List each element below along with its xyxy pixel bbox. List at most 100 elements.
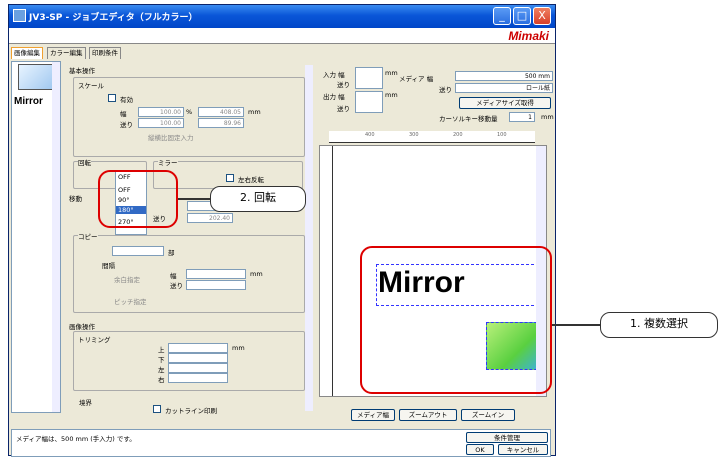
border-title: 境界 bbox=[79, 399, 92, 407]
scale-group: スケール 有効 幅 送り 100.00 100.00 % 408.05 89.9… bbox=[73, 77, 305, 157]
ruler-200: 200 bbox=[453, 132, 463, 138]
media-feed-value: ロール紙 bbox=[455, 83, 553, 93]
status-area: メディア幅は、500 mm (手入力) です。 条件管理 OK キャンセル bbox=[11, 429, 551, 457]
mirror-title: ミラー bbox=[158, 157, 178, 167]
tab-color-edit[interactable]: カラー編集 bbox=[47, 47, 86, 59]
trim-title: トリミング bbox=[78, 336, 111, 344]
basic-group-title: 基本操作 bbox=[69, 67, 95, 75]
multi-callout-line bbox=[552, 324, 600, 326]
rotate-callout-line bbox=[178, 198, 210, 200]
minimize-button[interactable]: _ bbox=[493, 7, 511, 25]
input-feed-label: 送り bbox=[337, 81, 350, 89]
scale-width-input[interactable]: 100.00 bbox=[138, 107, 184, 117]
scale-title: スケール bbox=[78, 82, 104, 90]
vertical-ruler bbox=[332, 146, 333, 396]
input-size-box bbox=[355, 67, 383, 89]
settings-panel: 基本操作 スケール 有効 幅 送り 100.00 100.00 % 408.05… bbox=[63, 63, 313, 415]
output-w-label: 出力 幅 bbox=[323, 93, 345, 101]
media-width-value: 500 mm bbox=[455, 71, 553, 81]
tab-print-cond[interactable]: 印刷条件 bbox=[89, 47, 121, 59]
job-list-scrollbar[interactable] bbox=[52, 62, 60, 412]
app-icon bbox=[13, 9, 26, 22]
job-thumbnail[interactable] bbox=[18, 64, 54, 90]
copy-count-input[interactable] bbox=[112, 246, 164, 256]
cancel-button[interactable]: キャンセル bbox=[498, 444, 548, 455]
copy-title: コピー bbox=[78, 231, 98, 241]
copy-mm: mm bbox=[250, 270, 263, 278]
logo-bar: Mimaki bbox=[9, 28, 555, 44]
cursor-mm: mm bbox=[541, 113, 554, 121]
maximize-button[interactable]: □ bbox=[513, 7, 531, 25]
trim-left-input[interactable] bbox=[168, 363, 228, 373]
zoom-in-button[interactable]: ズームイン bbox=[461, 409, 515, 421]
ruler: 400 300 200 100 bbox=[329, 131, 535, 143]
cursor-move-select[interactable]: 1 bbox=[509, 112, 535, 122]
image-ops-title: 画像操作 bbox=[69, 323, 95, 331]
output-feed-label: 送り bbox=[337, 105, 350, 113]
mm-label: mm bbox=[248, 108, 261, 116]
trim-top-input[interactable] bbox=[168, 343, 228, 353]
interval-label: 間隔 bbox=[102, 262, 115, 270]
auto-spacing-radio[interactable]: 余白指定 bbox=[114, 274, 140, 284]
cond-manage-button[interactable]: 条件管理 bbox=[466, 432, 548, 443]
mm-a: mm bbox=[385, 69, 398, 77]
scale-width-mm[interactable]: 408.05 bbox=[198, 107, 244, 117]
copy-f-input[interactable] bbox=[186, 280, 246, 290]
mimaki-logo: Mimaki bbox=[508, 29, 549, 43]
aspect-lock-label[interactable]: 縦横比固定入力 bbox=[148, 132, 194, 142]
mirror-lr-label: 左右反転 bbox=[238, 176, 264, 184]
trim-left-label: 左 bbox=[158, 366, 165, 374]
mm-b: mm bbox=[385, 91, 398, 99]
cutline-checkbox[interactable] bbox=[153, 405, 161, 413]
zoom-out-button[interactable]: ズームアウト bbox=[399, 409, 457, 421]
cursor-move-label: カーソルキー移動量 bbox=[439, 115, 498, 123]
copy-group: コピー 部 間隔 余白指定 ピッチ指定 幅 送り mm bbox=[73, 231, 305, 313]
tab-image-edit[interactable]: 画像編集 bbox=[11, 47, 43, 59]
trim-top-label: 上 bbox=[158, 346, 165, 354]
trim-mm: mm bbox=[232, 344, 245, 352]
input-w-label: 入力 幅 bbox=[323, 71, 345, 79]
multi-callout: 1. 複数選択 bbox=[600, 312, 718, 338]
scale-enable-checkbox[interactable] bbox=[108, 94, 116, 102]
rotate-highlight bbox=[98, 170, 178, 228]
trim-bottom-input[interactable] bbox=[168, 353, 228, 363]
multi-select-highlight bbox=[360, 246, 552, 394]
copy-w-label: 幅 bbox=[170, 272, 177, 280]
trim-right-label: 右 bbox=[158, 376, 165, 384]
get-media-size-button[interactable]: メディアサイズ取得 bbox=[459, 97, 551, 109]
move-y-input[interactable]: 202.40 bbox=[187, 213, 233, 223]
media-w-label: メディア 幅 bbox=[399, 75, 434, 83]
trim-right-input[interactable] bbox=[168, 373, 228, 383]
output-size-box bbox=[355, 91, 383, 113]
ruler-300: 300 bbox=[409, 132, 419, 138]
scale-width-label: 幅 bbox=[120, 110, 127, 118]
pct-label: % bbox=[186, 108, 193, 116]
window-title: JV3-SP - ジョブエディタ（フルカラー） bbox=[29, 13, 198, 23]
job-list[interactable]: Mirror bbox=[11, 61, 61, 413]
media-panel: 入力 幅 送り 出力 幅 送り mm mm メディア 幅 500 mm 送り ロ… bbox=[321, 67, 555, 129]
move-title: 移動 bbox=[69, 195, 82, 203]
rotate-title: 回転 bbox=[78, 157, 91, 167]
trim-bottom-label: 下 bbox=[158, 356, 165, 364]
pitch-spacing-radio[interactable]: ピッチ指定 bbox=[114, 296, 147, 306]
mirror-lr-checkbox[interactable] bbox=[226, 174, 234, 182]
copy-w-input[interactable] bbox=[186, 269, 246, 279]
ok-button[interactable]: OK bbox=[466, 444, 494, 455]
scale-feed-input[interactable]: 100.00 bbox=[138, 118, 184, 128]
title-bar[interactable]: JV3-SP - ジョブエディタ（フルカラー） _ □ X bbox=[9, 5, 555, 28]
job-label: Mirror bbox=[14, 96, 43, 107]
scale-feed-label: 送り bbox=[120, 121, 133, 129]
copy-unit: 部 bbox=[168, 249, 175, 257]
cutline-label: カットライン印刷 bbox=[165, 407, 217, 415]
settings-scrollbar[interactable] bbox=[305, 65, 313, 411]
close-button[interactable]: X bbox=[533, 7, 551, 25]
ruler-400: 400 bbox=[365, 132, 375, 138]
trim-group: トリミング 上 下 左 右 mm bbox=[73, 331, 305, 391]
ruler-100: 100 bbox=[497, 132, 507, 138]
copy-f-label: 送り bbox=[170, 282, 183, 290]
status-text: メディア幅は、500 mm (手入力) です。 bbox=[16, 435, 136, 443]
media-width-button[interactable]: メディア幅 bbox=[351, 409, 395, 421]
scale-enable-label: 有効 bbox=[120, 96, 133, 104]
media-feed-label: 送り bbox=[439, 86, 452, 94]
scale-feed-mm[interactable]: 89.96 bbox=[198, 118, 244, 128]
